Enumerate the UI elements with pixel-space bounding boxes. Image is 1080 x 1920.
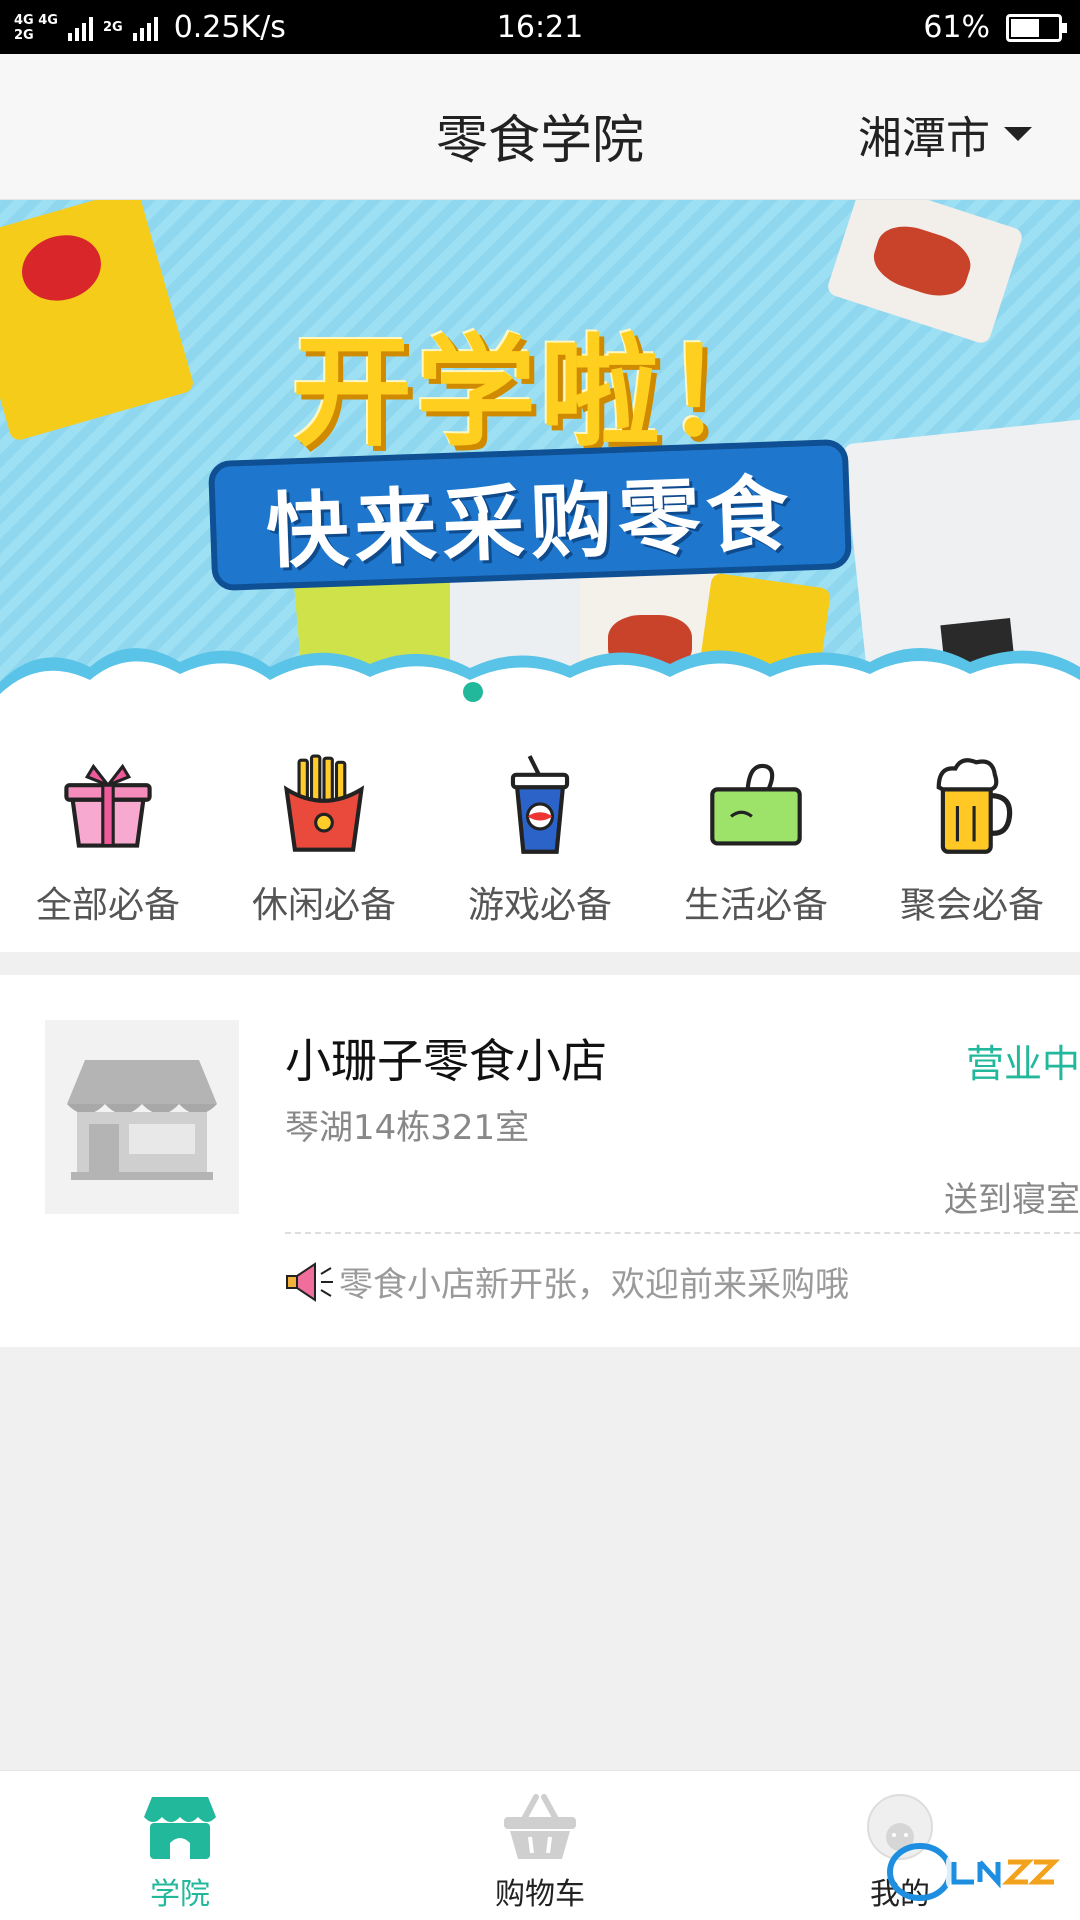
storefront-icon xyxy=(144,1797,216,1859)
city-selector[interactable]: 湘潭市 xyxy=(858,102,1032,166)
category-grid: 全部必备 休闲必备 游戏必备 生活必备 聚会必备 xyxy=(0,742,1080,952)
category-label: 休闲必备 xyxy=(251,885,396,926)
category-party[interactable]: 聚会必备 xyxy=(864,742,1080,952)
cloud-border xyxy=(0,648,1080,742)
battery-percent: 61% xyxy=(923,10,990,45)
soda-cup-icon xyxy=(510,755,570,854)
banner-ribbon: 快来采购零食 xyxy=(207,438,853,592)
category-label: 游戏必备 xyxy=(467,885,612,926)
app-header: 零食学院 湘潭市 xyxy=(0,54,1080,200)
category-leisure[interactable]: 休闲必备 xyxy=(216,742,432,952)
fries-icon xyxy=(283,754,365,852)
beer-mug-icon xyxy=(936,758,1013,854)
category-label: 全部必备 xyxy=(35,885,180,926)
category-label: 生活必备 xyxy=(683,885,828,926)
store-notice: 零食小店新开张，欢迎前来采购哦 xyxy=(285,1257,849,1306)
watermark-logo xyxy=(887,1843,1070,1901)
store-card[interactable]: 小珊子零食小店 营业中 琴湖14栋321室 送到寝室 零食小店新开张，欢迎前来采… xyxy=(0,975,1080,1347)
battery-indicator: 61% xyxy=(923,10,1067,45)
tab-label: 学院 xyxy=(150,1877,210,1912)
status-bar: 4G 4G 2G 2G 0.25K/s 16:21 61% xyxy=(0,0,1080,54)
gift-basket-icon xyxy=(64,763,152,848)
category-all[interactable]: 全部必备 xyxy=(0,742,216,952)
clock: 16:21 xyxy=(496,10,584,45)
promo-banner[interactable]: 开学啦！ 快来采购零食 xyxy=(0,200,1080,742)
megaphone-icon xyxy=(286,1261,333,1302)
banner-ribbon-text: 快来采购零食 xyxy=(264,466,796,580)
battery-icon xyxy=(1006,13,1067,42)
category-living[interactable]: 生活必备 xyxy=(648,742,864,952)
store-status-badge: 营业中 xyxy=(965,1042,1080,1086)
category-gaming[interactable]: 游戏必备 xyxy=(432,742,648,952)
carousel-dot-active[interactable] xyxy=(463,682,483,702)
banner-headline: 开学啦！ xyxy=(292,324,788,463)
tab-label: 购物车 xyxy=(495,1877,585,1912)
tab-cart[interactable]: 购物车 xyxy=(360,1771,720,1920)
delivery-option: 送到寝室 xyxy=(944,1180,1080,1220)
store-notice-text: 零食小店新开张，欢迎前来采购哦 xyxy=(339,1265,849,1305)
tissue-box-icon xyxy=(710,763,802,846)
store-name[interactable]: 小珊子零食小店 xyxy=(285,1025,607,1091)
bottom-tab-bar: 学院 购物车 我的 xyxy=(0,1770,1080,1920)
caret-down-icon xyxy=(1004,127,1032,141)
store-thumbnail xyxy=(45,1020,239,1214)
tab-college[interactable]: 学院 xyxy=(0,1771,360,1920)
basket-icon xyxy=(504,1794,576,1859)
store-address: 琴湖14栋321室 xyxy=(285,1108,530,1148)
tab-profile[interactable]: 我的 xyxy=(720,1771,1080,1920)
category-label: 聚会必备 xyxy=(899,885,1044,926)
dashed-divider xyxy=(285,1232,1080,1234)
storefront-placeholder-icon xyxy=(67,1060,217,1180)
city-label: 湘潭市 xyxy=(858,113,990,164)
